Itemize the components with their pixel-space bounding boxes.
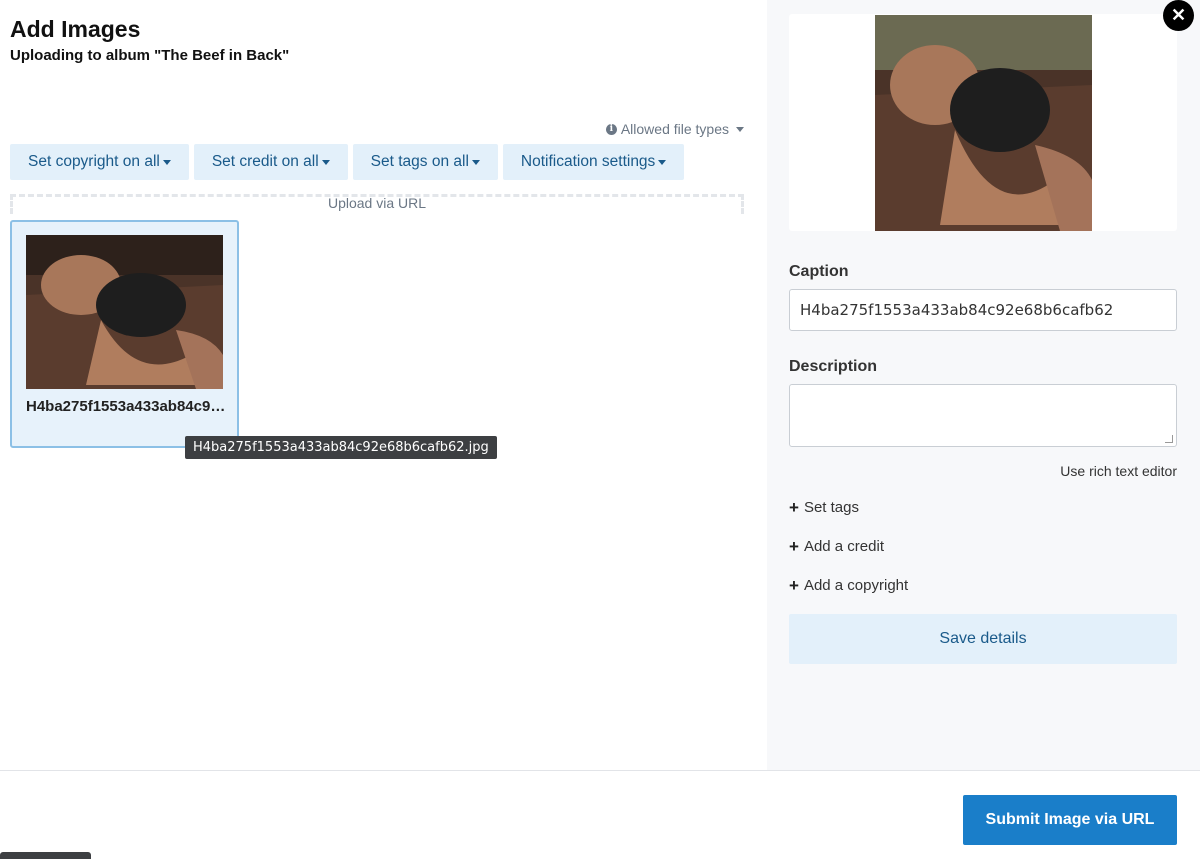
caret-down-icon (658, 159, 667, 165)
bulk-toolbar: Set copyright on all Set credit on all S… (10, 144, 685, 180)
page-title: Add Images (10, 16, 141, 42)
set-copyright-all-button[interactable]: Set copyright on all (10, 144, 189, 180)
set-tags-all-button[interactable]: Set tags on all (352, 144, 498, 180)
caret-down-icon (736, 126, 744, 132)
notification-settings-label: Notification settings (520, 153, 656, 170)
image-preview (789, 14, 1177, 231)
thumbnail-filename: H4ba275f1553a433ab84c92e68b6cafb62 (26, 398, 226, 415)
footer-bar: Submit Image via URL (0, 770, 1200, 859)
add-credit-link[interactable]: + Add a credit (789, 538, 884, 555)
caret-down-icon (162, 159, 171, 165)
preview-image (875, 15, 1092, 231)
upload-via-url-label: Upload via URL (327, 195, 427, 211)
plus-icon: + (789, 537, 799, 556)
notification-settings-button[interactable]: Notification settings (502, 144, 685, 180)
description-label: Description (789, 358, 878, 375)
details-panel: Caption Description Use rich text editor… (767, 0, 1200, 770)
thumbnail-image (26, 235, 223, 389)
save-details-button[interactable]: Save details (789, 614, 1177, 664)
caret-down-icon (471, 159, 480, 165)
info-icon: i (605, 123, 617, 135)
upload-via-url-dropzone[interactable]: Upload via URL (10, 194, 744, 214)
image-thumbnail-card[interactable]: H4ba275f1553a433ab84c92e68b6cafb62 (10, 220, 239, 448)
collapsed-tab[interactable] (0, 852, 91, 859)
caption-input[interactable] (789, 289, 1177, 331)
caption-label: Caption (789, 263, 849, 280)
add-credit-label: Add a credit (803, 538, 884, 555)
set-tags-label: Set tags (803, 499, 859, 516)
add-copyright-label: Add a copyright (803, 577, 909, 594)
caret-down-icon (321, 159, 330, 165)
album-subtitle: Uploading to album "The Beef in Back" (10, 47, 290, 64)
submit-image-button[interactable]: Submit Image via URL (963, 795, 1177, 845)
plus-icon: + (789, 576, 799, 595)
plus-icon: + (789, 498, 799, 517)
allowed-file-types-toggle[interactable]: i Allowed file types (605, 121, 744, 137)
set-credit-all-label: Set credit on all (211, 153, 319, 170)
set-credit-all-button[interactable]: Set credit on all (193, 144, 348, 180)
filename-tooltip: H4ba275f1553a433ab84c92e68b6cafb62.jpg (185, 436, 497, 459)
set-tags-all-label: Set tags on all (370, 153, 469, 170)
rich-text-editor-link[interactable]: Use rich text editor (1060, 463, 1177, 479)
resize-handle-icon[interactable] (1165, 435, 1173, 443)
upload-panel: Add Images Uploading to album "The Beef … (0, 0, 767, 770)
description-textarea[interactable] (789, 384, 1177, 447)
set-tags-link[interactable]: + Set tags (789, 499, 859, 516)
add-copyright-link[interactable]: + Add a copyright (789, 577, 908, 594)
close-icon[interactable]: ✕ (1163, 0, 1194, 31)
allowed-file-types-label: Allowed file types (620, 121, 729, 137)
set-copyright-all-label: Set copyright on all (28, 153, 160, 170)
